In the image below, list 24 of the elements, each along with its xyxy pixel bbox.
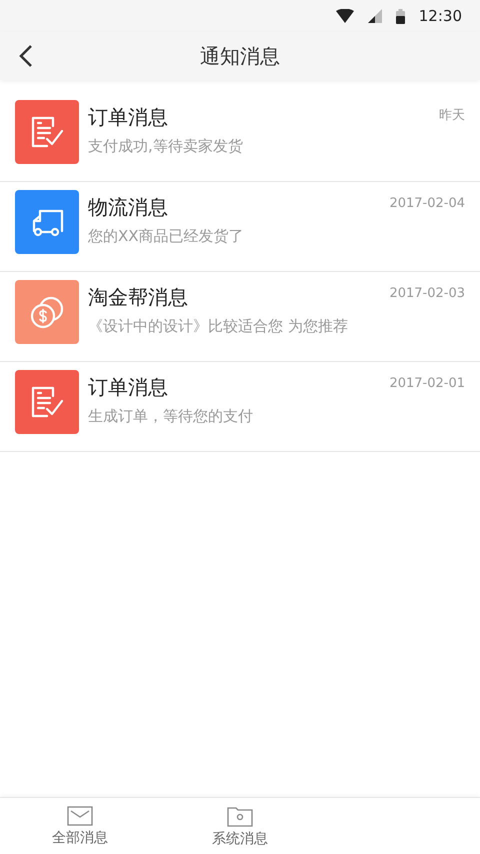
nav-tab[interactable]: 系统消息 [160, 798, 320, 854]
message-date: 2017-02-01 [389, 376, 465, 391]
message-preview: 生成订单，等待您的支付 [88, 407, 254, 426]
battery-icon [396, 8, 405, 24]
clock-time: 12:30 [418, 7, 462, 25]
message-title: 订单消息 [88, 374, 168, 401]
document-check-icon [30, 385, 64, 419]
message-preview: 《设计中的设计》比较适合您 为您推荐 [88, 317, 349, 336]
message-preview: 您的XX商品已经发货了 [88, 227, 245, 246]
message-preview: 支付成功,等待卖家发货 [88, 137, 244, 156]
nav-tab[interactable]: 全部消息 [0, 798, 160, 854]
wifi-icon [336, 9, 354, 23]
mail-icon [67, 806, 93, 826]
coins-icon [30, 295, 64, 329]
page-title: 通知消息 [200, 42, 280, 70]
message-date: 2017-02-03 [389, 286, 465, 301]
message-date: 昨天 [439, 107, 465, 124]
document-check-icon [30, 115, 64, 149]
message-title: 淘金帮消息 [88, 284, 188, 311]
signal-icon [368, 9, 382, 23]
message-title: 物流消息 [88, 194, 168, 221]
message-date: 2017-02-04 [389, 196, 465, 211]
message-title: 订单消息 [88, 104, 168, 131]
folder-gear-icon [227, 804, 253, 826]
